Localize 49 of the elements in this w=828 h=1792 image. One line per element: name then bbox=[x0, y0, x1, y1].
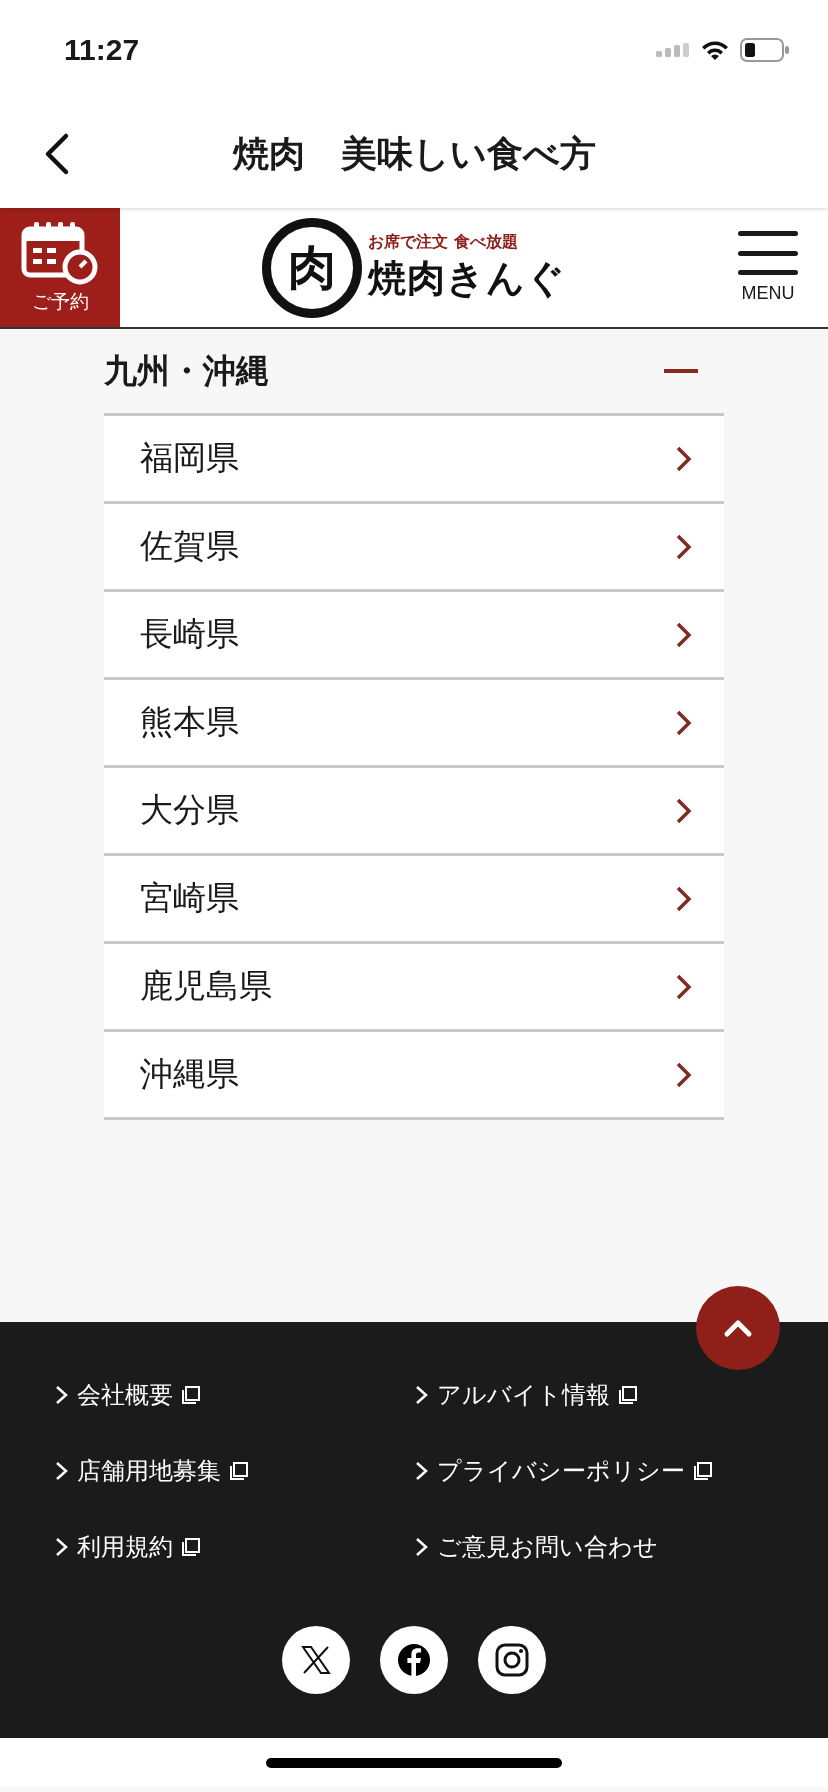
x-logo-icon bbox=[301, 1646, 331, 1674]
external-link-icon bbox=[693, 1461, 713, 1481]
wifi-icon bbox=[700, 39, 730, 61]
battery-icon bbox=[740, 38, 790, 62]
chevron-icon bbox=[674, 532, 694, 561]
footer-link[interactable]: ご意見お問い合わせ bbox=[415, 1528, 828, 1566]
status-time: 11:27 bbox=[64, 33, 140, 67]
chevron-icon bbox=[55, 1536, 69, 1558]
chevron-icon bbox=[415, 1384, 429, 1406]
prefecture-item[interactable]: 長崎県 bbox=[104, 589, 724, 677]
chevron-icon bbox=[674, 620, 694, 649]
prefecture-item[interactable]: 福岡県 bbox=[104, 413, 724, 501]
chevron-icon bbox=[415, 1536, 429, 1558]
chevron-icon bbox=[674, 708, 694, 737]
chevron-icon bbox=[674, 884, 694, 913]
prefecture-item[interactable]: 熊本県 bbox=[104, 677, 724, 765]
logo-name: 焼肉きんぐ bbox=[368, 254, 566, 302]
footer-link[interactable]: プライバシーポリシー bbox=[415, 1452, 828, 1490]
external-link-icon bbox=[181, 1385, 201, 1405]
facebook-logo-icon bbox=[398, 1644, 430, 1676]
footer-link[interactable]: 利用規約 bbox=[55, 1528, 415, 1566]
footer-link[interactable]: アルバイト情報 bbox=[415, 1376, 828, 1414]
logo-tagline: お席で注文 食べ放題 bbox=[368, 231, 518, 253]
prefecture-item[interactable]: 鹿児島県 bbox=[104, 941, 724, 1029]
footer-link[interactable]: 会社概要 bbox=[55, 1376, 415, 1414]
prefecture-item[interactable]: 佐賀県 bbox=[104, 501, 724, 589]
chevron-icon bbox=[674, 1060, 694, 1089]
chevron-icon bbox=[674, 972, 694, 1001]
external-link-icon bbox=[618, 1385, 638, 1405]
prefecture-item[interactable]: 大分県 bbox=[104, 765, 724, 853]
caret-up-icon bbox=[723, 1318, 753, 1338]
chevron-icon bbox=[674, 796, 694, 825]
instagram-logo-icon bbox=[495, 1643, 529, 1677]
page-title: 焼肉 美味しい食べ方 bbox=[232, 132, 596, 174]
logo-mark: 肉 bbox=[262, 217, 362, 318]
chevron-icon bbox=[55, 1460, 69, 1482]
reservation-button[interactable]: ご予約 bbox=[0, 208, 120, 327]
chevron-icon bbox=[674, 444, 694, 473]
chevron-icon bbox=[415, 1460, 429, 1482]
calendar-clock-icon bbox=[20, 220, 100, 285]
signal-icon bbox=[656, 43, 690, 57]
menu-button[interactable]: MENU bbox=[708, 208, 828, 327]
external-link-icon bbox=[181, 1537, 201, 1557]
region-header[interactable]: 九州・沖縄 bbox=[104, 329, 724, 413]
external-link-icon bbox=[229, 1461, 249, 1481]
prefecture-item[interactable]: 宮崎県 bbox=[104, 853, 724, 941]
prefecture-item[interactable]: 沖縄県 bbox=[104, 1029, 724, 1120]
footer-link[interactable]: 店舗用地募集 bbox=[55, 1452, 415, 1490]
chevron-icon bbox=[55, 1384, 69, 1406]
